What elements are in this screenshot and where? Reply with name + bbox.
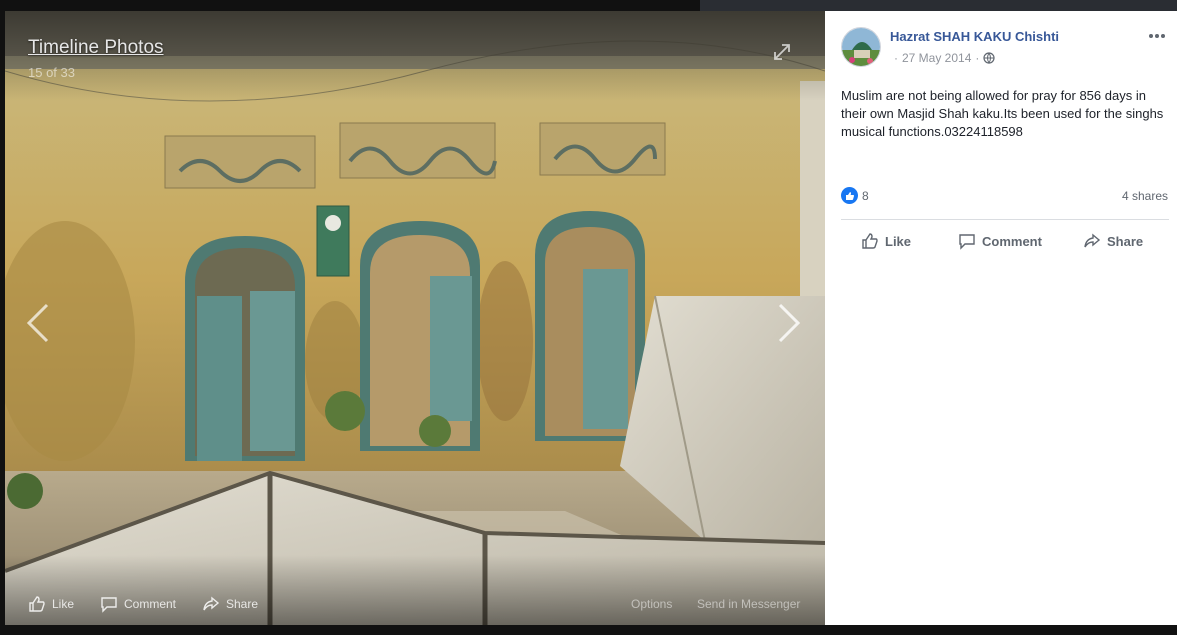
thumbs-up-icon (862, 233, 878, 249)
share-button[interactable]: Share (1083, 231, 1143, 251)
more-options-icon[interactable] (1147, 29, 1167, 43)
like-reaction-icon (841, 187, 858, 204)
comment-label: Comment (982, 233, 1042, 249)
album-title-link[interactable]: Timeline Photos (28, 37, 164, 59)
photo-like-button[interactable]: Like (28, 594, 74, 614)
photo-comment-label: Comment (124, 597, 177, 611)
like-button[interactable]: Like (861, 231, 911, 251)
thumbs-up-icon (29, 596, 45, 612)
share-arrow-icon (1084, 233, 1101, 248)
reaction-count: 8 (862, 188, 869, 203)
photo-share-button[interactable]: Share (202, 594, 258, 614)
author-avatar[interactable] (841, 27, 881, 67)
divider (841, 219, 1169, 220)
photo-options-button[interactable]: Options (631, 594, 672, 614)
share-label: Share (1107, 233, 1144, 249)
photo-counter: 15 of 33 (28, 65, 75, 80)
photo-comment-button[interactable]: Comment (100, 594, 176, 614)
meta-separator: · (975, 51, 980, 65)
post-text: Muslim are not being allowed for pray fo… (841, 88, 1164, 139)
photo-action-bar: Like Comment Share Options Send in Messe… (5, 581, 825, 625)
photo-viewer: Timeline Photos 15 of 33 Like Comment Sh… (0, 0, 1177, 635)
photo-like-label: Like (52, 597, 75, 611)
post-meta: · 27 May 2014 · (890, 51, 995, 65)
globe-icon[interactable] (983, 52, 995, 64)
post-info-panel: Hazrat SHAH KAKU Chishti · 27 May 2014 ·… (825, 11, 1177, 625)
next-photo-arrow-icon[interactable] (776, 301, 802, 345)
comment-bubble-icon (101, 597, 117, 613)
post-date-link[interactable]: 27 May 2014 (902, 51, 971, 65)
shares-count-link[interactable]: 4 shares (1122, 189, 1168, 203)
post-action-bar: Like Comment Share (841, 227, 1169, 255)
comment-bubble-icon (959, 234, 975, 250)
previous-photo-arrow-icon[interactable] (25, 301, 51, 345)
photo-panel: Timeline Photos 15 of 33 Like Comment Sh… (5, 11, 825, 625)
reaction-summary[interactable]: 8 (841, 187, 869, 204)
comment-button[interactable]: Comment (958, 231, 1042, 251)
timeline-photo (5, 11, 825, 625)
send-in-messenger-button[interactable]: Send in Messenger (697, 594, 800, 614)
expand-icon[interactable] (771, 41, 793, 63)
share-arrow-icon (203, 596, 220, 611)
photo-share-label: Share (226, 597, 259, 611)
like-label: Like (885, 233, 912, 249)
post-author-link[interactable]: Hazrat SHAH KAKU Chishti (890, 29, 1059, 44)
meta-separator: · (894, 51, 898, 65)
